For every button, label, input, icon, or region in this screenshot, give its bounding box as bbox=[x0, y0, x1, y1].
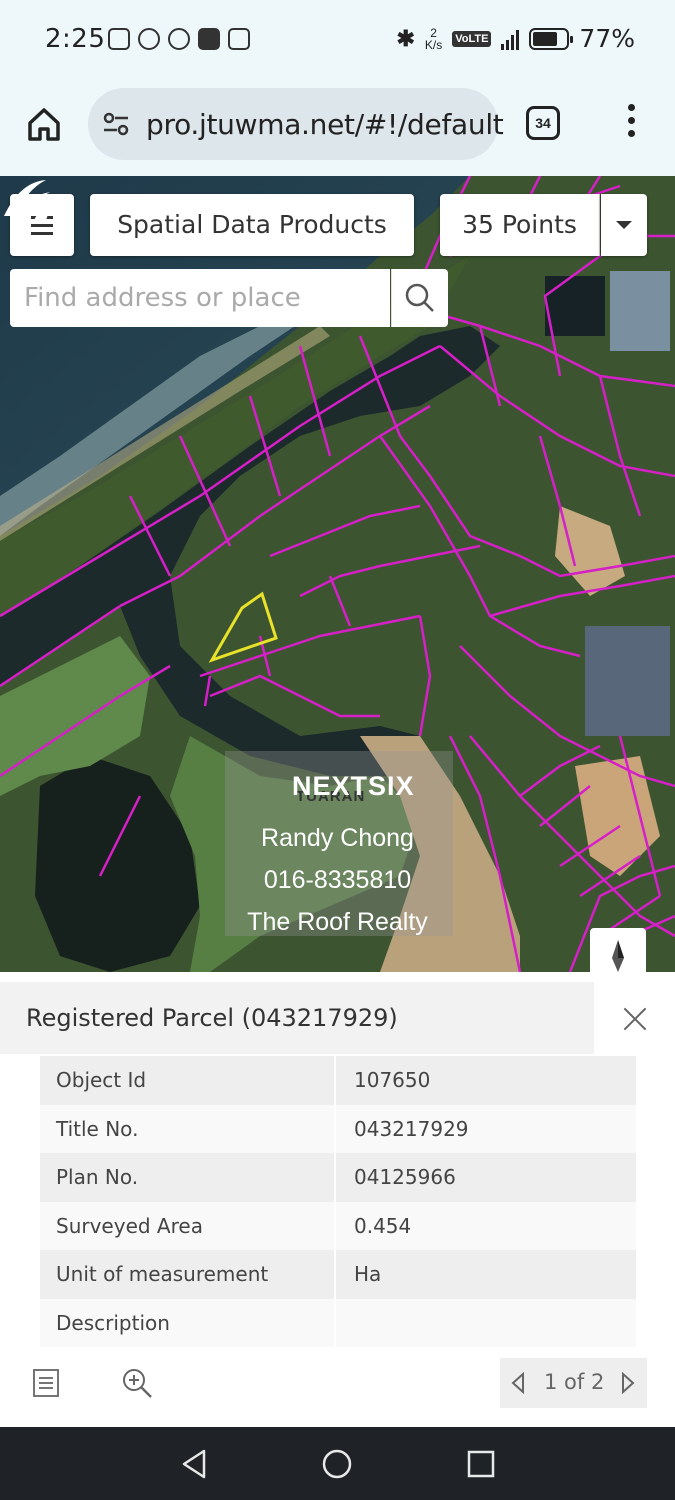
watermark-name: Randy Chong bbox=[261, 824, 414, 852]
watermark-brand: NEXTSIX bbox=[292, 771, 415, 801]
overflow-menu-icon[interactable] bbox=[622, 104, 640, 144]
youtube-icon bbox=[198, 28, 220, 50]
attribute-value: Ha bbox=[354, 1262, 382, 1286]
attribute-row: Object Id 107650 bbox=[40, 1056, 636, 1105]
previous-feature-icon[interactable] bbox=[510, 1372, 526, 1394]
instagram-icon bbox=[228, 28, 250, 50]
popup-footer: 1 of 2 bbox=[0, 1352, 675, 1427]
attribute-key: Object Id bbox=[40, 1056, 336, 1105]
status-time: 2:25 bbox=[45, 24, 106, 54]
site-settings-icon[interactable] bbox=[102, 112, 130, 136]
points-dropdown-chevron[interactable] bbox=[601, 194, 647, 256]
status-bar: 2:25 ✱ 2 K/s VoLTE 77% bbox=[0, 0, 675, 84]
nfc-icon bbox=[108, 28, 130, 50]
watermark-company: The Roof Realty bbox=[247, 908, 428, 936]
attribute-value: 04125966 bbox=[354, 1165, 456, 1189]
signal-icon bbox=[501, 28, 520, 50]
compass-button[interactable] bbox=[590, 928, 646, 972]
attribute-value: 0.454 bbox=[354, 1213, 412, 1238]
tab-switcher-button[interactable]: 34 bbox=[526, 106, 560, 140]
bluetooth-icon: ✱ bbox=[396, 25, 415, 51]
compass-icon[interactable] bbox=[590, 928, 646, 972]
home-nav-icon[interactable] bbox=[320, 1447, 354, 1481]
notification-icons bbox=[108, 28, 250, 50]
attribute-value bbox=[336, 1299, 636, 1348]
battery-percent: 77% bbox=[579, 24, 635, 53]
attribute-value: 107650 bbox=[354, 1068, 431, 1092]
feature-pager: 1 of 2 bbox=[500, 1358, 647, 1408]
attribute-row: Description bbox=[40, 1298, 636, 1348]
status-right: ✱ 2 K/s VoLTE 77% bbox=[396, 24, 635, 53]
battery-icon bbox=[529, 27, 574, 50]
attribute-row: Plan No. 04125966 bbox=[40, 1153, 636, 1202]
address-bar[interactable]: pro.jtuwma.net/#!/default bbox=[88, 88, 504, 160]
attribute-key: Plan No. bbox=[40, 1153, 336, 1202]
net-speed: 2 K/s bbox=[424, 25, 443, 52]
system-nav-bar bbox=[0, 1427, 675, 1500]
url-text[interactable]: pro.jtuwma.net/#!/default bbox=[146, 108, 504, 141]
attribute-key: Description bbox=[40, 1298, 336, 1347]
next-feature-icon[interactable] bbox=[620, 1372, 636, 1394]
browser-toolbar: pro.jtuwma.net/#!/default 34 bbox=[0, 84, 675, 176]
popup-header: Registered Parcel (043217929) bbox=[0, 982, 594, 1054]
attribute-key: Unit of measurement bbox=[40, 1250, 336, 1299]
nextsix-logo bbox=[4, 180, 52, 220]
screen: 2:25 ✱ 2 K/s VoLTE 77% pro.jtuwma.net/#!… bbox=[0, 0, 675, 1500]
attribute-table: Object Id 107650 Title No. 043217929 Plan No… bbox=[40, 1056, 636, 1347]
close-popup-button[interactable] bbox=[594, 982, 675, 1054]
attribute-row: Surveyed Area 0.454 bbox=[40, 1201, 636, 1250]
attribute-row: Unit of measurement Ha bbox=[40, 1250, 636, 1299]
feature-popup: Registered Parcel (043217929) Object Id 1… bbox=[0, 972, 675, 1427]
attribute-list-icon[interactable] bbox=[32, 1368, 60, 1398]
attribute-key: Title No. bbox=[40, 1104, 336, 1153]
back-icon[interactable] bbox=[178, 1447, 212, 1481]
points-button[interactable]: 35 Points bbox=[440, 194, 600, 256]
volte-badge: VoLTE bbox=[452, 30, 492, 47]
search-button[interactable] bbox=[391, 269, 448, 327]
attribute-value: 043217929 bbox=[354, 1116, 469, 1141]
map-view[interactable]: Spatial Data Products 35 Points TUARAN N… bbox=[0, 176, 675, 972]
search-icon[interactable] bbox=[392, 269, 449, 327]
alarm-icon bbox=[138, 28, 160, 50]
whatsapp-icon bbox=[168, 28, 190, 50]
pager-text: 1 of 2 bbox=[544, 1370, 605, 1394]
home-icon[interactable] bbox=[24, 104, 64, 144]
watermark-phone: 016-8335810 bbox=[263, 866, 412, 894]
search-input[interactable] bbox=[24, 269, 384, 327]
attribute-key: Surveyed Area bbox=[40, 1201, 336, 1250]
zoom-to-icon[interactable] bbox=[120, 1366, 154, 1400]
recents-icon[interactable] bbox=[464, 1447, 498, 1481]
attribute-row: Title No. 043217929 bbox=[40, 1104, 636, 1153]
popup-title: Registered Parcel (043217929) bbox=[26, 1004, 398, 1032]
search-box[interactable] bbox=[10, 269, 390, 327]
